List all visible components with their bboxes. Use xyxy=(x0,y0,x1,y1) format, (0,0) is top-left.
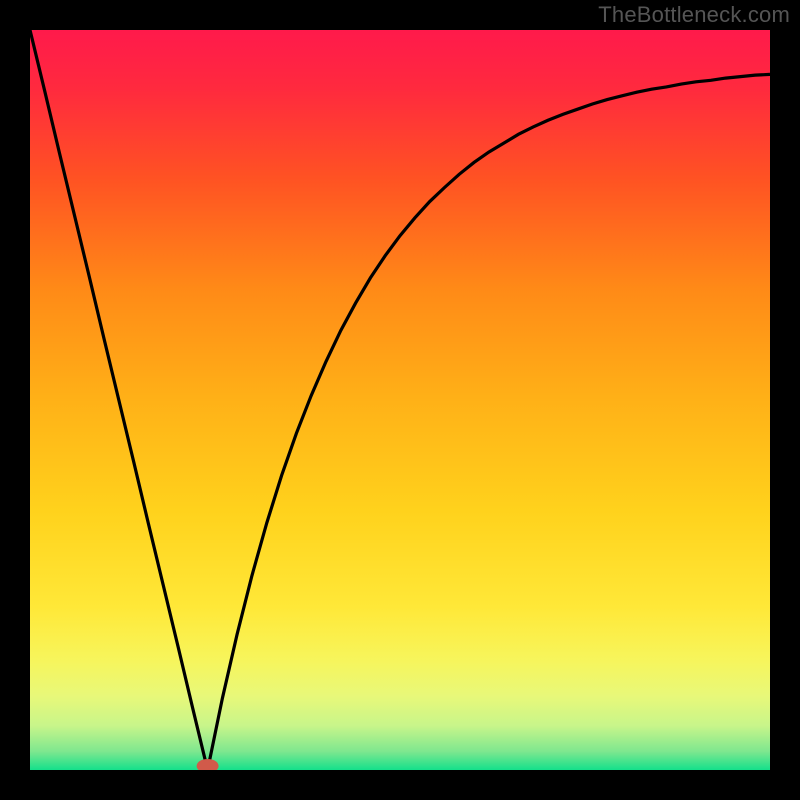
chart-frame: TheBottleneck.com xyxy=(0,0,800,800)
watermark-text: TheBottleneck.com xyxy=(598,2,790,28)
gradient-background xyxy=(30,30,770,770)
plot-area xyxy=(30,30,770,770)
chart-svg xyxy=(30,30,770,770)
